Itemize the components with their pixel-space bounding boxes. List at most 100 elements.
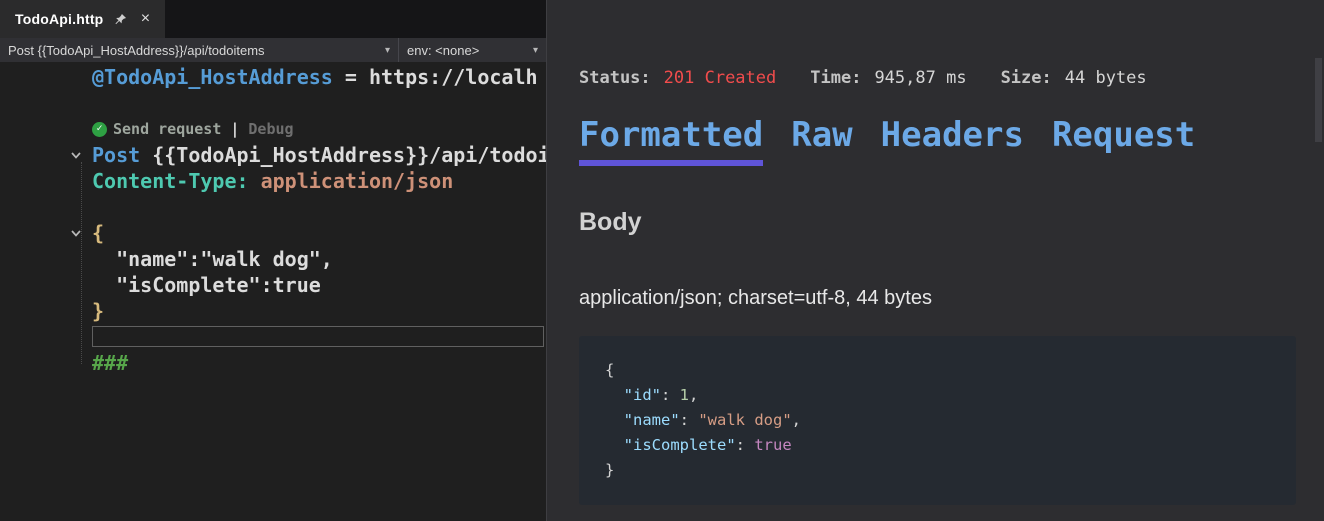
tab-title: TodoApi.http: [15, 11, 103, 27]
json-token: 1: [680, 386, 689, 404]
json-code-line: "id": 1,: [605, 383, 1296, 408]
editor-pane: TodoApi.http × Post {{TodoApi_HostAddres…: [0, 0, 546, 521]
json-token: "name": [624, 411, 680, 429]
chevron-down-icon: ▾: [533, 45, 538, 56]
time-value: 945,87 ms: [874, 68, 966, 88]
json-token: [605, 436, 624, 454]
response-tab[interactable]: Formatted: [579, 116, 763, 166]
time-group: Time: 945,87 ms: [810, 68, 966, 88]
status-value: 201 Created: [664, 68, 777, 88]
json-token: ,: [689, 386, 698, 404]
editor-gutter: [0, 324, 92, 350]
json-token: "id": [624, 386, 661, 404]
editor-gutter: [0, 64, 92, 90]
code-editor[interactable]: @TodoApi_HostAddress = https://localh ✓ …: [0, 62, 546, 521]
brace-token: }: [92, 298, 104, 324]
editor-line-variable[interactable]: @TodoApi_HostAddress = https://localh: [0, 64, 546, 90]
send-request-link[interactable]: Send request: [113, 116, 221, 142]
json-name-token: "name":"walk dog",: [92, 246, 333, 272]
codelens-line: ✓ Send request | Debug: [0, 116, 546, 142]
editor-line-brace-open[interactable]: {: [0, 220, 546, 246]
chevron-down-icon: ▾: [385, 45, 390, 56]
response-tab[interactable]: Raw: [791, 116, 852, 166]
code-text: @TodoApi_HostAddress = https://localh: [92, 64, 538, 90]
tab-todoapi-http[interactable]: TodoApi.http ×: [0, 0, 165, 38]
json-code-line: {: [605, 358, 1296, 383]
editor-gutter: [0, 246, 92, 272]
editor-line-json-complete[interactable]: "isComplete":true: [0, 272, 546, 298]
json-token: ,: [792, 411, 801, 429]
json-token: :: [661, 386, 680, 404]
fold-chevron-icon[interactable]: [70, 151, 82, 160]
editor-gutter: [0, 272, 92, 298]
request-selector[interactable]: Post {{TodoApi_HostAddress}}/api/todoite…: [0, 38, 398, 62]
editor-line-current[interactable]: [0, 324, 546, 350]
response-status-row: Status: 201 Created Time: 945,87 ms Size…: [579, 68, 1296, 88]
codelens-content: ✓ Send request | Debug: [92, 116, 294, 142]
code-text: Content-Type: application/json: [92, 168, 453, 194]
variable-name-token: @TodoApi_HostAddress: [92, 65, 333, 89]
response-pane: Status: 201 Created Time: 945,87 ms Size…: [546, 0, 1324, 521]
json-token: :: [680, 411, 699, 429]
json-token: :: [736, 436, 755, 454]
pin-icon[interactable]: [112, 11, 128, 27]
request-toolbar: Post {{TodoApi_HostAddress}}/api/todoite…: [0, 38, 546, 62]
json-code-line: "name": "walk dog",: [605, 408, 1296, 433]
response-tab[interactable]: Request: [1052, 116, 1195, 166]
json-token: "walk dog": [698, 411, 791, 429]
response-content: Status: 201 Created Time: 945,87 ms Size…: [547, 0, 1324, 505]
env-selector-label: env: <none>: [407, 43, 479, 58]
json-complete-token: "isComplete":true: [92, 272, 321, 298]
editor-gutter: [0, 142, 92, 168]
json-token: true: [754, 436, 791, 454]
request-delimiter-token: ###: [92, 350, 128, 376]
debug-link[interactable]: Debug: [248, 116, 293, 142]
json-token: [605, 386, 624, 404]
tab-bar: TodoApi.http ×: [0, 0, 546, 38]
json-token: "isComplete": [624, 436, 736, 454]
editor-line-request[interactable]: Post {{TodoApi_HostAddress}}/api/todoi: [0, 142, 546, 168]
size-label: Size:: [1001, 68, 1052, 88]
check-circle-icon: ✓: [92, 122, 107, 137]
editor-line-blank[interactable]: [0, 194, 546, 220]
content-type-summary: application/json; charset=utf-8, 44 byte…: [579, 287, 1296, 310]
pin-icon-svg: [114, 13, 127, 26]
json-token: [605, 411, 624, 429]
current-line-highlight: [92, 326, 544, 347]
response-tabs: Formatted Raw Headers Request: [579, 116, 1296, 166]
response-body-code: { "id": 1, "name": "walk dog", "isComple…: [579, 336, 1296, 505]
body-heading: Body: [579, 208, 1296, 237]
editor-gutter: [0, 298, 92, 324]
variable-value-token: = https://localh: [333, 65, 538, 89]
header-value-token: application/json: [249, 169, 454, 193]
status-label: Status:: [579, 68, 651, 88]
code-text: Post {{TodoApi_HostAddress}}/api/todoi: [92, 142, 546, 168]
brace-token: {: [92, 220, 104, 246]
codelens-divider: |: [230, 116, 239, 142]
editor-line-blank[interactable]: [0, 90, 546, 116]
size-group: Size: 44 bytes: [1001, 68, 1147, 88]
json-code-line: "isComplete": true: [605, 433, 1296, 458]
status-group: Status: 201 Created: [579, 68, 776, 88]
editor-line-brace-close[interactable]: }: [0, 298, 546, 324]
header-name-token: Content-Type:: [92, 169, 249, 193]
http-method-token: Post: [92, 143, 140, 167]
editor-line-json-name[interactable]: "name":"walk dog",: [0, 246, 546, 272]
editor-gutter: [0, 168, 92, 194]
json-code-line: }: [605, 458, 1296, 483]
editor-gutter: [0, 350, 92, 376]
request-selector-label: Post {{TodoApi_HostAddress}}/api/todoite…: [8, 43, 265, 58]
close-icon[interactable]: ×: [137, 11, 153, 27]
app-window: TodoApi.http × Post {{TodoApi_HostAddres…: [0, 0, 1324, 521]
editor-line-delimiter[interactable]: ###: [0, 350, 546, 376]
editor-line-header[interactable]: Content-Type: application/json: [0, 168, 546, 194]
fold-chevron-icon[interactable]: [70, 229, 82, 238]
json-token: }: [605, 461, 614, 479]
editor-gutter: [0, 220, 92, 246]
env-selector[interactable]: env: <none> ▾: [398, 38, 546, 62]
json-token: {: [605, 361, 614, 379]
size-value: 44 bytes: [1065, 68, 1147, 88]
time-label: Time:: [810, 68, 861, 88]
response-tab[interactable]: Headers: [881, 116, 1024, 166]
scrollbar-thumb[interactable]: [1315, 58, 1322, 142]
